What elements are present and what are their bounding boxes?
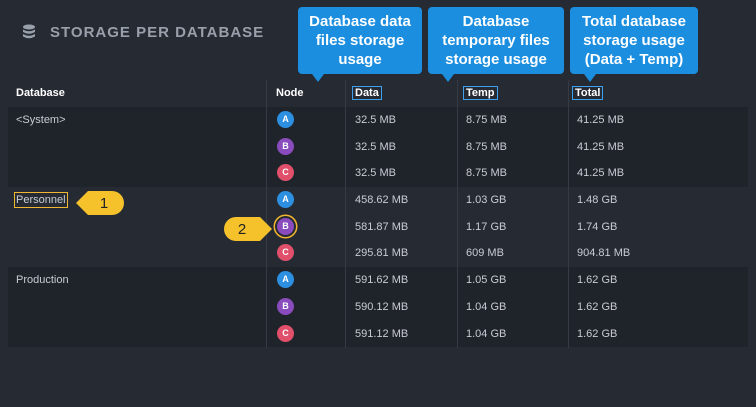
column-divider	[457, 80, 458, 348]
node-badge-a[interactable]: A	[277, 191, 294, 209]
table-row: B 32.5 MB 8.75 MB 41.25 MB	[8, 134, 748, 161]
column-header-temp[interactable]: Temp	[463, 86, 498, 100]
storage-table: Database Node Data Temp Total <System> A 3…	[8, 80, 748, 397]
callout-data-text: Database data files storage usage	[309, 13, 411, 68]
column-header-total[interactable]: Total	[571, 86, 604, 100]
temp-cell: 1.04 GB	[466, 300, 507, 313]
step-marker-1: 1	[76, 191, 124, 215]
callout-temp: Database temporary files storage usage	[428, 7, 564, 82]
table-row: A 591.62 MB 1.05 GB 1.62 GB	[8, 267, 748, 294]
table-row: A 32.5 MB 8.75 MB 41.25 MB	[8, 107, 748, 134]
node-badge-b[interactable]: B	[277, 297, 294, 315]
column-divider	[345, 80, 346, 348]
temp-cell: 8.75 MB	[466, 114, 507, 126]
total-cell: 41.25 MB	[577, 140, 625, 153]
temp-cell: 1.04 GB	[466, 327, 507, 340]
node-badge-a[interactable]: A	[277, 271, 294, 289]
table-row: C 591.12 MB 1.04 GB 1.62 GB	[8, 321, 748, 348]
data-cell: 591.12 MB	[355, 327, 409, 340]
panel-header: STORAGE PER DATABASE	[22, 22, 264, 42]
total-cell: 904.81 MB	[577, 247, 631, 260]
column-header-node[interactable]: Node	[276, 87, 304, 99]
marker-1-text: 1	[100, 195, 108, 212]
data-cell: 295.81 MB	[355, 247, 409, 260]
node-badge-a[interactable]: A	[277, 111, 294, 128]
column-divider	[568, 80, 569, 348]
temp-cell: 8.75 MB	[466, 140, 507, 153]
node-badge-c[interactable]: C	[277, 164, 294, 182]
total-cell: 1.62 GB	[577, 327, 618, 340]
table-row: B 581.87 MB 1.17 GB 1.74 GB	[8, 214, 748, 241]
marker-2-text: 2	[238, 221, 246, 238]
callout-total: Total database storage usage (Data + Tem…	[570, 7, 698, 82]
database-icon	[23, 24, 35, 39]
temp-cell: 609 MB	[466, 247, 504, 260]
database-group: <System> A 32.5 MB 8.75 MB 41.25 MB B 32.5 MB 8…	[8, 107, 748, 188]
node-badge-c[interactable]: C	[277, 324, 294, 342]
total-cell: 1.62 GB	[577, 274, 618, 287]
callout-data: Database data files storage usage	[298, 7, 422, 82]
column-header-data[interactable]: Data	[352, 86, 382, 100]
total-cell: 41.25 MB	[577, 114, 625, 126]
data-cell: 458.62 MB	[355, 194, 409, 207]
data-cell: 581.87 MB	[355, 220, 409, 233]
temp-cell: 8.75 MB	[466, 167, 507, 180]
temp-cell: 1.17 GB	[466, 220, 507, 233]
data-cell: 32.5 MB	[355, 140, 396, 153]
panel-title: STORAGE PER DATABASE	[50, 23, 265, 41]
temp-cell: 1.03 GB	[466, 194, 507, 207]
node-badge-b[interactable]: B	[277, 137, 294, 155]
column-header-database[interactable]: Database	[16, 87, 65, 99]
data-cell: 591.62 MB	[355, 274, 409, 287]
step-marker-2: 2	[224, 217, 272, 241]
total-cell: 1.48 GB	[577, 194, 618, 207]
node-badge-b[interactable]: B	[277, 217, 294, 235]
table-row: B 590.12 MB 1.04 GB 1.62 GB	[8, 294, 748, 321]
table-header: Database Node Data Temp Total	[8, 80, 748, 107]
table-row: C 295.81 MB 609 MB 904.81 MB	[8, 240, 748, 267]
total-cell: 41.25 MB	[577, 167, 625, 180]
callout-total-text: Total database storage usage (Data + Tem…	[582, 13, 686, 68]
column-divider	[266, 80, 267, 348]
total-cell: 1.62 GB	[577, 300, 618, 313]
temp-cell: 1.05 GB	[466, 274, 507, 287]
node-badge-c[interactable]: C	[277, 244, 294, 262]
callout-temp-text: Database temporary files storage usage	[442, 13, 550, 68]
table-row: C 32.5 MB 8.75 MB 41.25 MB	[8, 160, 748, 187]
database-group: Production A 591.62 MB 1.05 GB 1.62 GB B 590.1…	[8, 267, 748, 348]
data-cell: 32.5 MB	[355, 167, 396, 180]
data-cell: 32.5 MB	[355, 114, 396, 126]
total-cell: 1.74 GB	[577, 220, 618, 233]
data-cell: 590.12 MB	[355, 300, 409, 313]
